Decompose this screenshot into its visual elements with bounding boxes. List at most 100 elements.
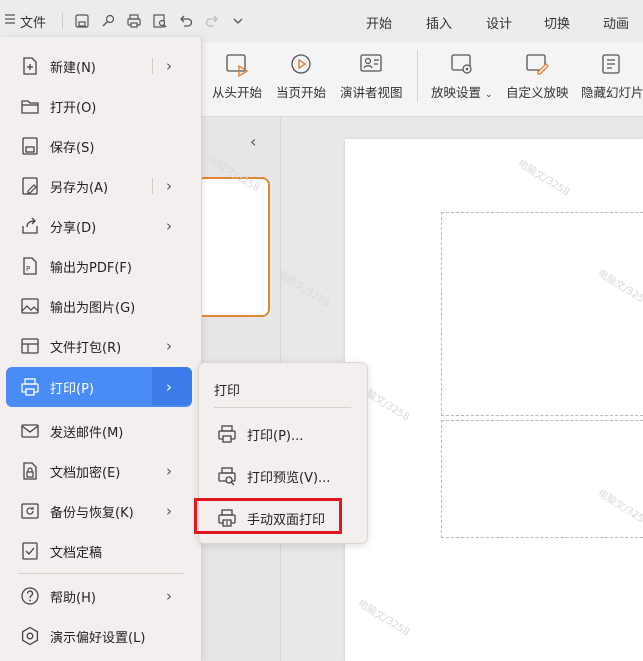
printer-icon: [218, 425, 236, 443]
play-from-start-label: 从头开始: [212, 85, 263, 100]
menu-item-export-pdf[interactable]: P 输出为PDF(F): [6, 247, 192, 285]
svg-text:P: P: [26, 265, 30, 273]
backup-icon: [21, 503, 39, 519]
slide-page[interactable]: 电脑文/3258 电脑文/3258 电脑文/3258 电脑文/3258 电脑文/…: [345, 139, 643, 661]
hamburger-icon: [4, 13, 16, 29]
menu-item-label: 输出为图片(G): [50, 300, 136, 316]
hide-slide-icon: [602, 54, 620, 74]
export-image-icon: [21, 298, 39, 314]
new-file-icon: [23, 57, 37, 75]
tab-insert[interactable]: 插入: [426, 13, 452, 32]
print-preview-icon: [218, 467, 236, 486]
menu-item-label: 文件打包(R): [50, 340, 122, 356]
title-placeholder[interactable]: [441, 212, 643, 416]
export-pdf-icon: P: [23, 257, 37, 275]
chevron-right-icon: ›: [166, 587, 172, 605]
menu-item-encrypt[interactable]: 文档加密(E) ›: [6, 452, 192, 490]
watermark: 电脑文/3258: [515, 157, 572, 199]
save-icon: [22, 137, 38, 155]
tab-transitions[interactable]: 切换: [544, 13, 570, 32]
highlight-box: [194, 498, 342, 534]
chevron-down-icon: ⌄: [485, 90, 493, 100]
custom-show-button[interactable]: 自定义放映: [506, 52, 569, 101]
file-menu-label: 文件: [20, 15, 47, 31]
menu-item-finalize[interactable]: 文档定稿: [6, 532, 192, 570]
help-icon: [21, 587, 39, 605]
finalize-icon: [22, 542, 38, 560]
submenu-item-label: 打印(P)...: [247, 428, 304, 444]
menu-item-label: 输出为PDF(F): [50, 260, 132, 276]
play-current-label: 当页开始: [276, 85, 327, 100]
open-folder-icon: [21, 100, 39, 114]
menu-item-open[interactable]: 打开(O): [6, 87, 192, 125]
submenu-item-print[interactable]: 打印(P)...: [207, 416, 357, 452]
menu-item-label: 帮助(H): [50, 590, 96, 606]
undo-icon[interactable]: [176, 11, 196, 31]
menu-item-label: 演示偏好设置(L): [50, 630, 146, 646]
print-icon[interactable]: [124, 11, 144, 31]
format-painter-icon[interactable]: [98, 11, 118, 31]
tab-home[interactable]: 开始: [366, 13, 392, 32]
menu-item-label: 备份与恢复(K): [50, 505, 134, 521]
custom-show-label: 自定义放映: [506, 85, 569, 100]
chevron-down-icon[interactable]: [228, 11, 248, 31]
submenu-divider: [214, 407, 351, 408]
printer-icon: [21, 378, 39, 396]
tab-design[interactable]: 设计: [486, 13, 512, 32]
save-as-icon: [22, 177, 38, 195]
encrypt-icon: [23, 462, 37, 480]
menu-item-export-image[interactable]: 输出为图片(G): [6, 287, 192, 325]
menu-item-backup[interactable]: 备份与恢复(K) ›: [6, 492, 192, 530]
menu-item-share[interactable]: 分享(D) ›: [6, 207, 192, 245]
slideshow-settings-label: 放映设置 ⌄: [431, 85, 493, 100]
print-preview-icon[interactable]: [150, 11, 170, 31]
play-from-start-icon: [226, 54, 249, 78]
save-icon[interactable]: [72, 11, 92, 31]
chevron-right-icon: ›: [166, 57, 172, 75]
submenu-item-print-preview[interactable]: 打印预览(V)...: [207, 458, 357, 494]
file-menu-panel: 新建(N) › 打开(O) 保存(S) 另存为(A) › 分享(D) › P 输…: [0, 37, 202, 661]
chevron-right-icon: ›: [166, 177, 172, 195]
ribbon-divider: [417, 50, 418, 102]
menu-item-help[interactable]: 帮助(H) ›: [6, 577, 192, 615]
slideshow-settings-button[interactable]: 放映设置 ⌄: [431, 52, 493, 101]
chevron-right-icon: ›: [166, 337, 172, 355]
play-current-icon: [291, 54, 311, 74]
share-icon: [22, 217, 38, 234]
menu-item-label: 分享(D): [50, 220, 97, 236]
menu-item-send-mail[interactable]: 发送邮件(M): [6, 412, 192, 450]
submenu-title: 打印: [214, 384, 241, 399]
menu-item-label: 文档定稿: [50, 545, 103, 561]
title-bar: 文件 开始 插入 设计 切换 动画: [0, 0, 643, 42]
menu-item-preferences[interactable]: 演示偏好设置(L): [6, 617, 192, 655]
hide-slide-button[interactable]: 隐藏幻灯片: [581, 52, 643, 101]
collapse-pane-icon[interactable]: ‹: [250, 132, 256, 151]
presenter-view-button[interactable]: 演讲者视图: [340, 52, 403, 101]
menu-item-save[interactable]: 保存(S): [6, 127, 192, 165]
chevron-right-icon: ›: [166, 378, 172, 396]
mail-icon: [21, 424, 39, 438]
chevron-right-icon: ›: [166, 217, 172, 235]
custom-show-icon: [526, 54, 550, 75]
play-from-start-button[interactable]: 从头开始: [212, 52, 262, 101]
menu-item-label: 新建(N): [50, 60, 96, 76]
toolbar-divider: [62, 13, 63, 29]
submenu-item-label: 打印预览(V)...: [247, 470, 331, 486]
subtitle-placeholder[interactable]: [441, 420, 643, 538]
menu-item-save-as[interactable]: 另存为(A) ›: [6, 167, 192, 205]
chevron-right-icon: ›: [166, 462, 172, 480]
slide-thumbnail[interactable]: [196, 177, 270, 317]
file-menu-button[interactable]: 文件: [4, 10, 46, 32]
menu-item-label: 文档加密(E): [50, 465, 121, 481]
menu-item-print[interactable]: 打印(P) ›: [6, 367, 192, 407]
menu-item-label: 发送邮件(M): [50, 425, 124, 441]
slideshow-settings-icon: [451, 54, 472, 74]
tab-animations[interactable]: 动画: [603, 13, 629, 32]
presenter-view-icon: [360, 54, 382, 72]
hide-slide-label: 隐藏幻灯片: [581, 85, 643, 100]
package-icon: [21, 338, 39, 354]
menu-item-new[interactable]: 新建(N) ›: [6, 47, 192, 85]
menu-item-package[interactable]: 文件打包(R) ›: [6, 327, 192, 365]
play-current-button[interactable]: 当页开始: [276, 52, 326, 101]
redo-icon[interactable]: [202, 11, 222, 31]
